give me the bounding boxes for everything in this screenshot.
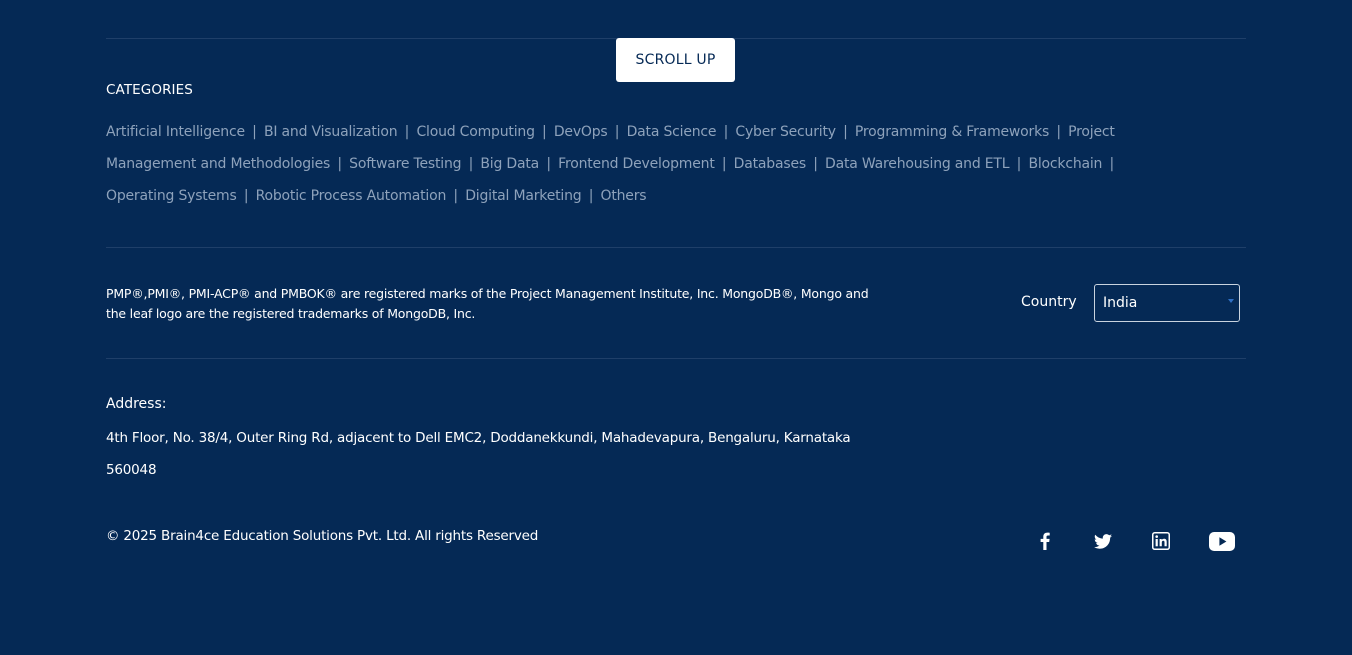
category-link[interactable]: Programming & Frameworks: [855, 124, 1049, 140]
category-separator: |: [252, 124, 257, 140]
country-selected-value: India: [1103, 295, 1138, 311]
category-link[interactable]: Databases: [734, 156, 806, 172]
categories-list: Artificial Intelligence | BI and Visuali…: [106, 116, 1166, 212]
facebook-icon: [1040, 532, 1050, 550]
category-link[interactable]: Big Data: [480, 156, 539, 172]
category-link[interactable]: Cyber Security: [735, 124, 836, 140]
twitter-icon: [1094, 533, 1112, 549]
category-separator: |: [453, 188, 458, 204]
country-label: Country: [1021, 294, 1077, 310]
categories-heading: CATEGORIES: [106, 82, 193, 98]
category-link[interactable]: DevOps: [554, 124, 608, 140]
category-link[interactable]: Data Science: [627, 124, 717, 140]
chevron-down-icon: [1228, 299, 1234, 303]
youtube-icon: [1209, 531, 1235, 551]
linkedin-link[interactable]: [1146, 528, 1176, 554]
category-link[interactable]: Cloud Computing: [416, 124, 535, 140]
category-separator: |: [404, 124, 410, 140]
category-link[interactable]: Artificial Intelligence: [106, 124, 245, 140]
category-separator: |: [588, 188, 594, 204]
category-link[interactable]: Others: [601, 188, 647, 204]
scroll-up-button[interactable]: SCROLL UP: [616, 38, 735, 82]
facebook-link[interactable]: [1030, 528, 1060, 554]
divider-bottom: [106, 358, 1246, 359]
youtube-link[interactable]: [1207, 528, 1237, 554]
category-separator: |: [1109, 156, 1115, 172]
category-separator: |: [843, 124, 848, 140]
twitter-link[interactable]: [1088, 528, 1118, 554]
category-link[interactable]: Software Testing: [349, 156, 461, 172]
category-separator: |: [813, 156, 818, 172]
category-separator: |: [721, 156, 727, 172]
category-separator: |: [468, 156, 474, 172]
linkedin-icon: [1152, 532, 1170, 550]
category-link[interactable]: Operating Systems: [106, 188, 237, 204]
category-separator: |: [723, 124, 729, 140]
footer-section: SCROLL UP CATEGORIES Artificial Intellig…: [0, 0, 1352, 655]
country-select[interactable]: India: [1094, 284, 1240, 322]
category-separator: |: [1056, 124, 1061, 140]
category-link[interactable]: Digital Marketing: [465, 188, 581, 204]
category-link[interactable]: Blockchain: [1028, 156, 1102, 172]
divider-middle: [106, 247, 1246, 248]
category-separator: |: [614, 124, 620, 140]
trademark-disclaimer: PMP®,PMI®, PMI-ACP® and PMBOK® are regis…: [106, 286, 869, 321]
category-separator: |: [1016, 156, 1022, 172]
copyright-text: © 2025 Brain4ce Education Solutions Pvt.…: [106, 528, 539, 544]
address-text: 4th Floor, No. 38/4, Outer Ring Rd, adja…: [106, 430, 851, 478]
category-separator: |: [546, 156, 551, 172]
category-link[interactable]: BI and Visualization: [264, 124, 398, 140]
category-separator: |: [542, 124, 547, 140]
category-separator: |: [243, 188, 249, 204]
category-link[interactable]: Data Warehousing and ETL: [825, 156, 1010, 172]
address-label: Address:: [106, 396, 167, 412]
category-separator: |: [337, 156, 342, 172]
category-link[interactable]: Robotic Process Automation: [256, 188, 447, 204]
category-link[interactable]: Frontend Development: [558, 156, 715, 172]
